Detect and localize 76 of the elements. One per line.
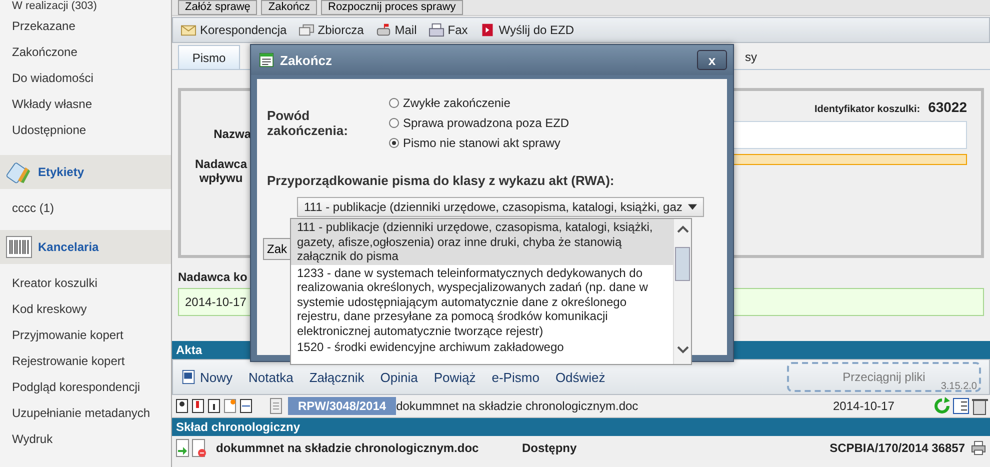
sidebar-item[interactable]: Do wiadomości (0, 65, 171, 91)
scrollbar-thumb[interactable] (675, 247, 690, 281)
tag-icon (6, 160, 32, 184)
toolbar-button[interactable]: Fax (428, 23, 468, 37)
document-icon (181, 370, 196, 384)
radio-option[interactable]: Zwykłe zakończenie (389, 93, 570, 113)
sidebar-item[interactable]: Zakończone (0, 39, 171, 65)
sidebar-item[interactable]: Przyjmowanie kopert (0, 322, 171, 348)
tab[interactable]: Pismo (178, 45, 240, 69)
sidebar-item[interactable]: W realizacji (303) (0, 0, 171, 13)
id-label: Identyfikator koszulki: (814, 104, 920, 115)
toolbar-button[interactable]: Zbiorcza (298, 23, 364, 37)
toolbar-button[interactable]: Odśwież (555, 370, 606, 384)
document-name[interactable]: dokummnet na składzie chronologicznym.doc (396, 399, 827, 413)
stack-icon (298, 23, 314, 37)
row-action-icons[interactable] (934, 397, 988, 415)
reason-label: Powód zakończenia: (267, 108, 349, 138)
sender-input[interactable] (731, 154, 967, 165)
form-icon (259, 53, 274, 67)
version-label: 3.15.2.0 (940, 381, 977, 392)
file-name[interactable]: dokummnet na składzie chronologicznym.doc (216, 441, 516, 455)
document-tool-icons[interactable] (176, 398, 254, 414)
document-icon (270, 398, 282, 414)
toolbar-button[interactable]: e-Pismo (492, 370, 540, 384)
dialog-title: Zakończ (280, 52, 334, 68)
toolbar-button[interactable]: Nowy (181, 370, 233, 384)
envelope-icon (181, 23, 196, 37)
drop-zone[interactable]: Przeciągnij pliki 3.15.2.0 (787, 362, 981, 392)
section-bar: Skład chronologiczny (172, 418, 990, 436)
field-label: Nazwa (214, 127, 251, 141)
dropdown-option[interactable]: 1520 - środki ewidencyjne archiwum zakładowego (291, 339, 673, 356)
finish-button[interactable]: Zak (263, 238, 291, 260)
section-title[interactable]: Etykiety (38, 165, 84, 179)
field-label: Nadawca wpływu (194, 157, 248, 185)
toolbar-button[interactable]: Zakończ (261, 0, 317, 15)
toolbar-button[interactable]: Rozpocznij proces sprawy (321, 0, 463, 15)
toolbar-button[interactable]: Mail (376, 23, 417, 37)
barcode-icon (6, 235, 32, 259)
document-date: 2014-10-17 (833, 399, 896, 413)
file-status: Dostępny (522, 441, 578, 455)
sidebar-item[interactable]: Kreator koszulki (0, 270, 171, 296)
toolbar-button[interactable]: Opinia (380, 370, 418, 384)
mailbox-icon (376, 23, 391, 37)
file-signature: SCPBIA/170/2014 36857 (830, 441, 965, 455)
drop-zone-label: Przeciągnij pliki (842, 370, 926, 384)
toolbar-button[interactable]: Korespondencja (181, 23, 287, 37)
rwa-dropdown[interactable]: 111 - publikacje (dzienniki urzędowe, czasopisma, katalogi, książki, gaz (297, 197, 704, 217)
radio-option[interactable]: Pismo nie stanowi akt sprawy (389, 133, 570, 153)
sidebar-item[interactable]: Wkłady własne (0, 91, 171, 117)
sidebar-item[interactable]: Wydruk (0, 426, 171, 452)
close-button[interactable]: x (697, 50, 727, 70)
sidebar-item[interactable]: Uzupełnianie metadanych (0, 400, 171, 426)
section-title[interactable]: Kancelaria (38, 240, 99, 254)
sidebar-item[interactable]: cccc (1) (0, 195, 171, 221)
rwa-label: Przyporządkowanie pisma do klasy z wykazu akt (RWA): (267, 173, 614, 188)
scrollbar[interactable] (673, 219, 691, 364)
toolbar-button[interactable]: Załącznik (309, 370, 364, 384)
dropdown-option[interactable]: 111 - publikacje (dzienniki urzędowe, czasopisma, katalogi, książki, gazety, afisze,ogłoszenia) oraz inne druki, chyba że stanowią załącznik do pisma (291, 219, 673, 264)
sidebar-item[interactable]: Podgląd korespondencji (0, 374, 171, 400)
sidebar-item[interactable]: Udostępnione (0, 117, 171, 143)
printer-icon[interactable] (971, 441, 986, 455)
chevron-down-icon[interactable] (676, 346, 688, 354)
chevron-up-icon[interactable] (676, 225, 688, 233)
sidebar-item[interactable]: Rejestrowanie kopert (0, 348, 171, 374)
toolbar-button[interactable]: Wyślij do EZD (480, 23, 574, 37)
sidebar-item[interactable]: Przekazane (0, 13, 171, 39)
name-input[interactable] (731, 121, 967, 149)
radio-option[interactable]: Sprawa prowadzona poza EZD (389, 113, 570, 133)
toolbar-button[interactable]: Załóż sprawę (178, 0, 258, 15)
toolbar-button[interactable]: Powiąż (434, 370, 476, 384)
toolbar-button[interactable]: Notatka (248, 370, 294, 384)
caret-icon (688, 204, 698, 210)
id-value: 63022 (928, 99, 967, 115)
sidebar-item[interactable]: Kod kreskowy (0, 296, 171, 322)
section-heading: Nadawca ko (178, 270, 248, 284)
fax-icon (428, 23, 444, 37)
